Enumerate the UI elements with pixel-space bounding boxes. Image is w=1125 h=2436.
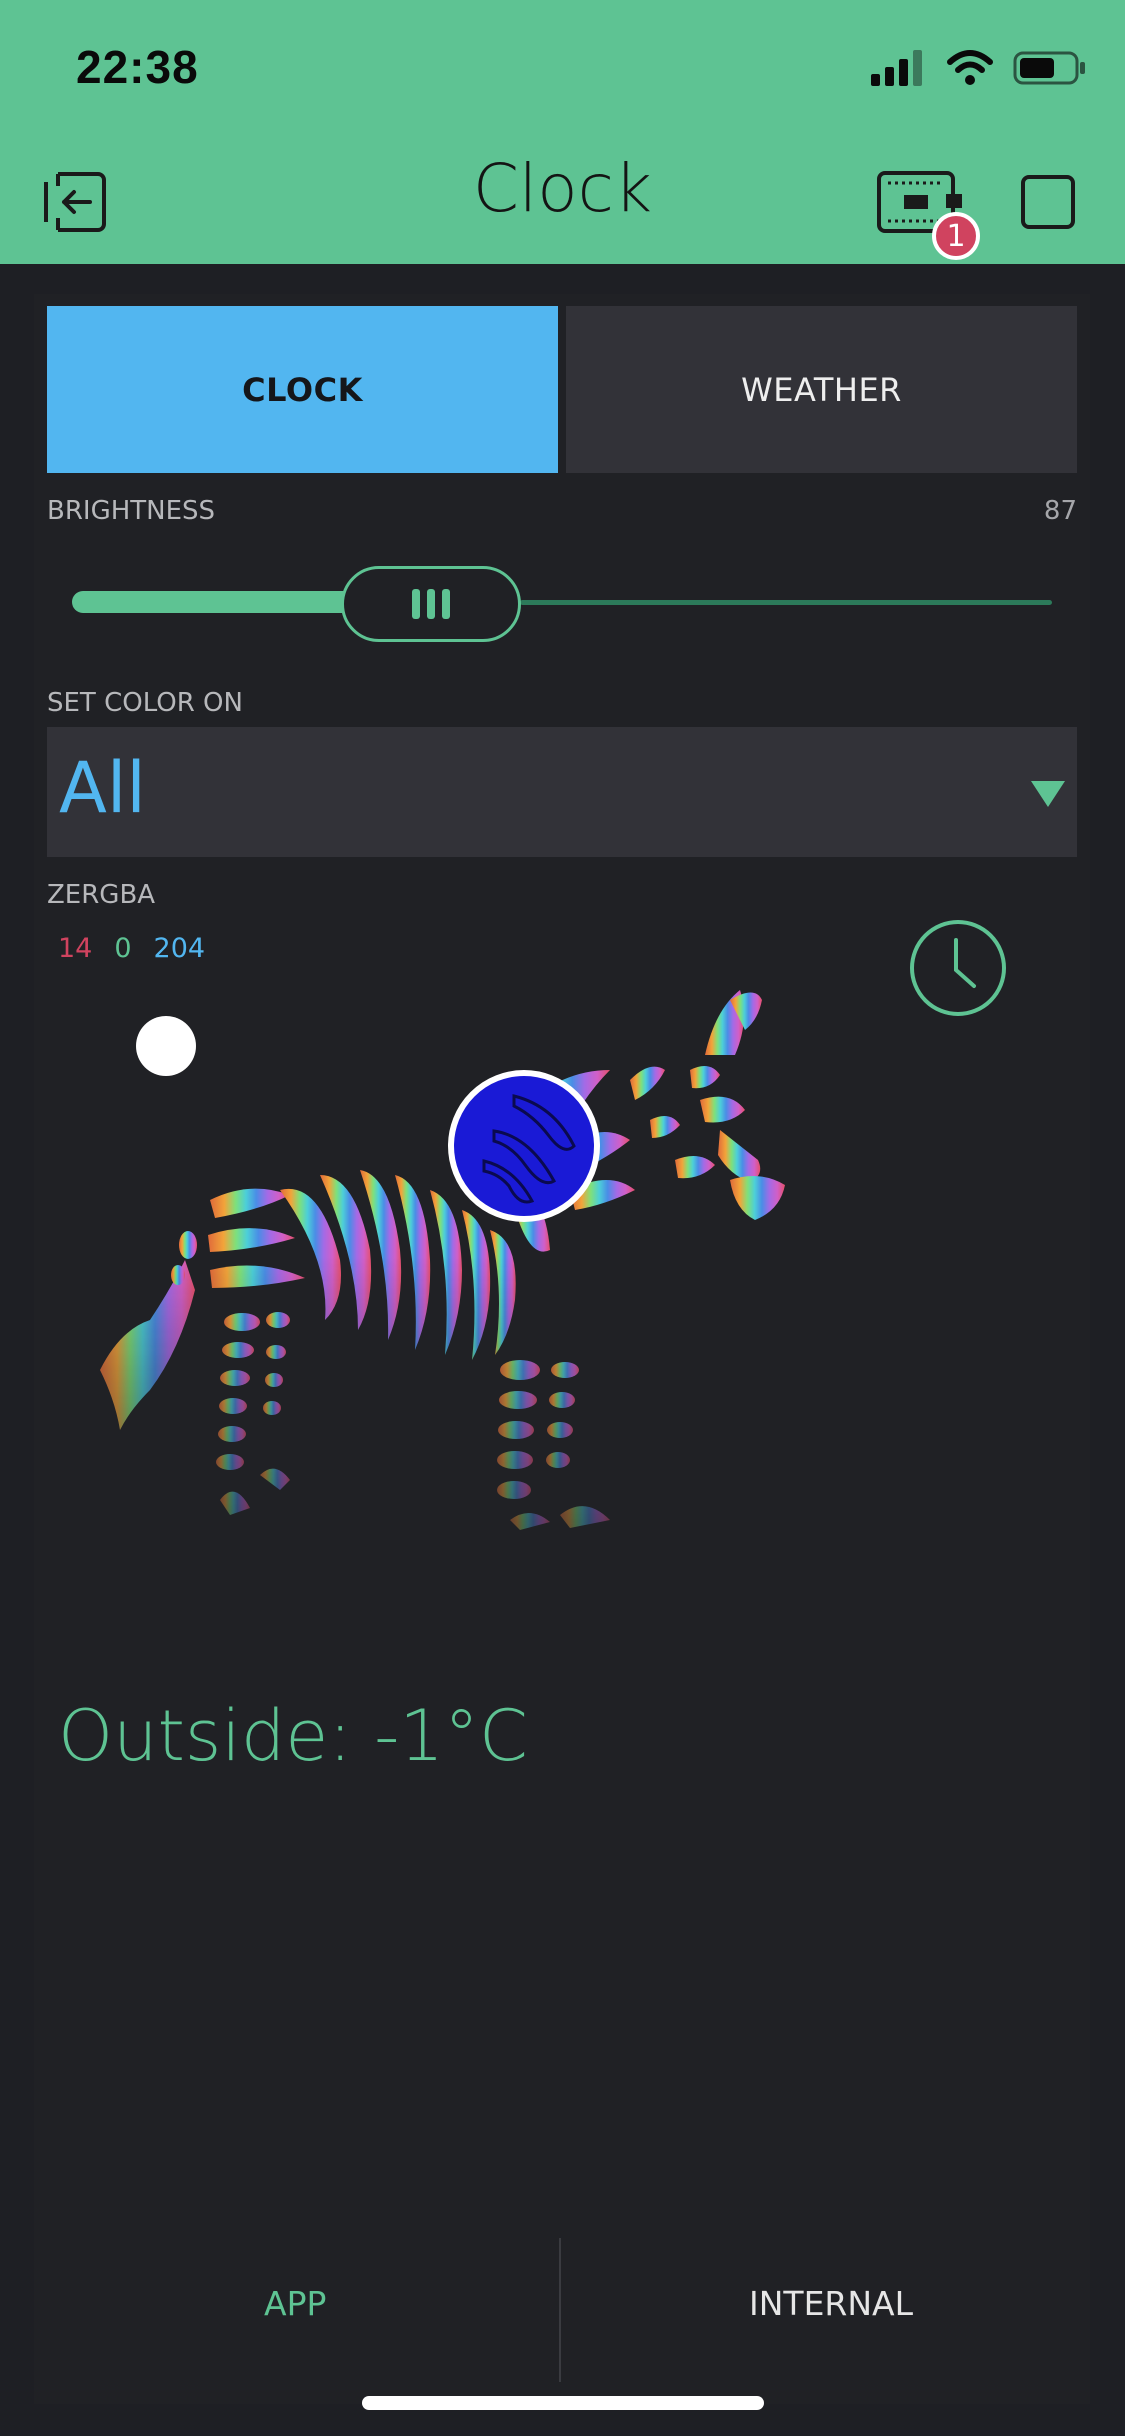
brightness-track-fill[interactable] <box>72 591 362 613</box>
tab-internal[interactable]: INTERNAL <box>749 2284 913 2323</box>
grip-icon <box>442 589 450 619</box>
clock-icon <box>910 920 1006 1016</box>
bottom-tab-bar: APP INTERNAL <box>34 2238 1090 2382</box>
brightness-label: BRIGHTNESS <box>47 496 216 526</box>
timer-button[interactable] <box>908 918 1008 1022</box>
caret-down-icon <box>1031 781 1065 807</box>
set-color-select[interactable]: All <box>47 727 1077 857</box>
stop-button[interactable] <box>1020 174 1076 234</box>
status-icons <box>871 50 1087 86</box>
set-color-label: SET COLOR ON <box>47 688 243 718</box>
zergba-color-picker[interactable] <box>90 960 790 1624</box>
device-count-badge: 1 <box>932 212 980 260</box>
battery-icon <box>1013 51 1085 85</box>
wifi-icon <box>947 50 993 85</box>
tab-weather[interactable]: WEATHER <box>566 306 1077 473</box>
zebra-rainbow-image <box>100 990 785 1530</box>
grip-icon <box>427 589 435 619</box>
grip-icon <box>412 589 420 619</box>
home-indicator[interactable] <box>362 2396 764 2410</box>
tab-app[interactable]: APP <box>264 2284 326 2323</box>
color-picker-start-marker[interactable] <box>136 1016 196 1076</box>
selected-color-stripes <box>482 1094 576 1204</box>
square-stop-icon <box>1021 175 1075 229</box>
exit-button[interactable] <box>40 170 112 238</box>
tab-clock[interactable]: CLOCK <box>47 306 558 473</box>
brightness-track[interactable] <box>520 600 1052 605</box>
zergba-label: ZERGBA <box>47 880 156 910</box>
set-color-selected-value: All <box>59 747 146 829</box>
tab-bar: CLOCK WEATHER <box>47 306 1077 473</box>
brightness-value: 87 <box>1043 496 1077 526</box>
exit-icon <box>44 172 106 232</box>
red-value: 14 <box>58 933 93 964</box>
status-time: 22:38 <box>76 41 199 93</box>
outside-temperature-label: Outside: -1°C <box>58 1695 528 1777</box>
tab-divider <box>559 2238 561 2382</box>
signal-icon <box>871 50 922 86</box>
brightness-slider-handle[interactable] <box>341 566 521 642</box>
color-picker-knob[interactable] <box>448 1070 600 1222</box>
app-header: 22:38 Clock 1 <box>0 0 1125 264</box>
